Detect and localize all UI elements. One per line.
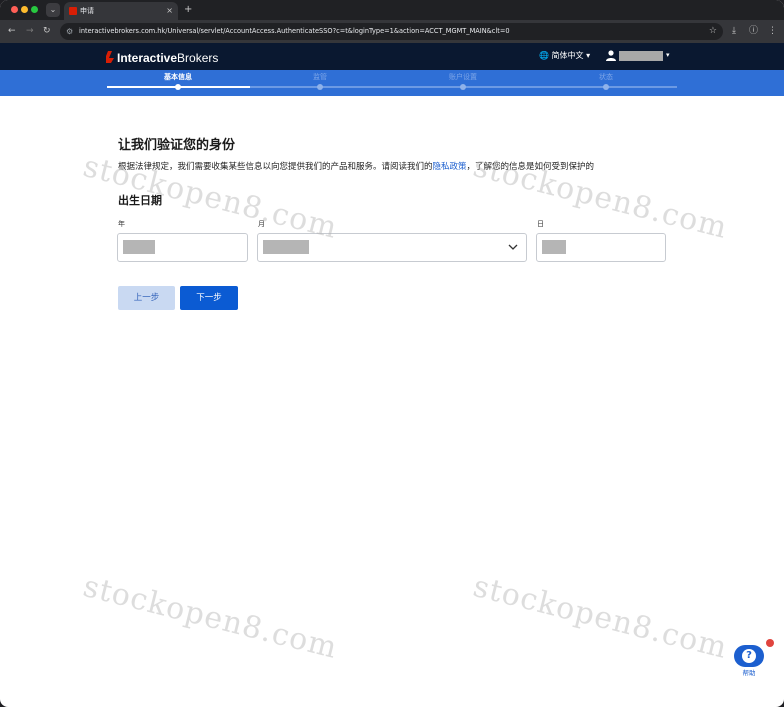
watermark: stockopen8.com <box>469 148 732 247</box>
site-info-icon[interactable]: ⚙ <box>66 25 73 38</box>
address-bar[interactable]: ⚙ interactivebrokers.com.hk/Universal/se… <box>60 23 723 40</box>
question-icon: ? <box>742 649 756 663</box>
help-label: 帮助 <box>742 669 756 677</box>
tab-title: 申请 <box>80 7 94 15</box>
notification-dot <box>766 639 774 647</box>
tab-search-icon[interactable]: ⌄ <box>46 3 60 17</box>
download-icon[interactable]: ⤓ <box>732 24 736 38</box>
menu-kebab-icon[interactable]: ⋮ <box>768 24 777 38</box>
watermark: stockopen8.com <box>79 568 342 667</box>
day-input[interactable] <box>536 233 666 262</box>
minimize-window-button[interactable] <box>21 6 28 13</box>
step-status: 状态 <box>599 73 613 81</box>
language-label: 简体中文 <box>551 51 584 60</box>
back-arrow-icon[interactable]: ← <box>8 24 16 38</box>
maximize-window-button[interactable] <box>31 6 38 13</box>
browser-tab[interactable]: 申请 × <box>64 2 178 20</box>
next-step-button[interactable]: 下一步 <box>180 286 238 310</box>
new-tab-button[interactable]: + <box>184 3 192 17</box>
year-value-redacted <box>123 240 155 254</box>
browser-window: ⌄ 申请 × + ← → ↻ ⚙ interactivebrokers.com.… <box>0 0 784 707</box>
forward-arrow-icon[interactable]: → <box>26 24 34 38</box>
chevron-down-icon <box>508 244 518 250</box>
bookmark-star-icon[interactable]: ☆ <box>709 25 717 38</box>
user-name-redacted <box>619 51 663 61</box>
previous-step-button[interactable]: 上一步 <box>118 286 175 310</box>
browser-toolbar: ← → ↻ ⚙ interactivebrokers.com.hk/Univer… <box>0 20 784 43</box>
step-regulatory: 监管 <box>313 73 327 81</box>
info-icon[interactable]: ⓘ <box>749 24 758 38</box>
step-dot <box>603 84 609 90</box>
logo-text: InteractiveBrokers <box>117 51 219 65</box>
page-title: 让我们验证您的身份 <box>118 138 236 153</box>
favicon-icon <box>69 7 77 15</box>
language-selector[interactable]: 🌐 简体中文 ▾ <box>539 50 590 62</box>
chevron-down-icon: ▾ <box>586 51 591 60</box>
watermark: stockopen8.com <box>469 568 732 667</box>
step-dot-active <box>175 84 181 90</box>
year-label: 年 <box>118 220 125 228</box>
logo-flame-icon <box>106 51 114 63</box>
help-bubble[interactable]: ? <box>734 645 764 667</box>
close-window-button[interactable] <box>11 6 18 13</box>
day-label: 日 <box>537 220 544 228</box>
step-basic-info: 基本信息 <box>164 73 192 81</box>
step-dot <box>460 84 466 90</box>
month-value-redacted <box>263 240 309 254</box>
site-header: InteractiveBrokers 🌐 简体中文 ▾ ▾ <box>0 43 784 70</box>
url-text[interactable]: interactivebrokers.com.hk/Universal/serv… <box>79 25 510 38</box>
globe-icon: 🌐 <box>539 51 549 60</box>
tab-strip: ⌄ 申请 × + <box>0 0 784 20</box>
chevron-down-icon: ▾ <box>666 51 670 59</box>
day-value-redacted <box>542 240 566 254</box>
year-input[interactable] <box>117 233 248 262</box>
help-widget[interactable]: ? 帮助 <box>734 639 774 681</box>
step-account-settings: 账户设置 <box>449 73 477 81</box>
privacy-policy-link[interactable]: 隐私政策 <box>433 162 467 172</box>
progress-steps: 基本信息 监管 账户设置 状态 <box>0 70 784 96</box>
reload-icon[interactable]: ↻ <box>43 24 51 38</box>
user-icon <box>606 50 616 61</box>
close-tab-icon[interactable]: × <box>166 5 173 17</box>
step-dot <box>317 84 323 90</box>
